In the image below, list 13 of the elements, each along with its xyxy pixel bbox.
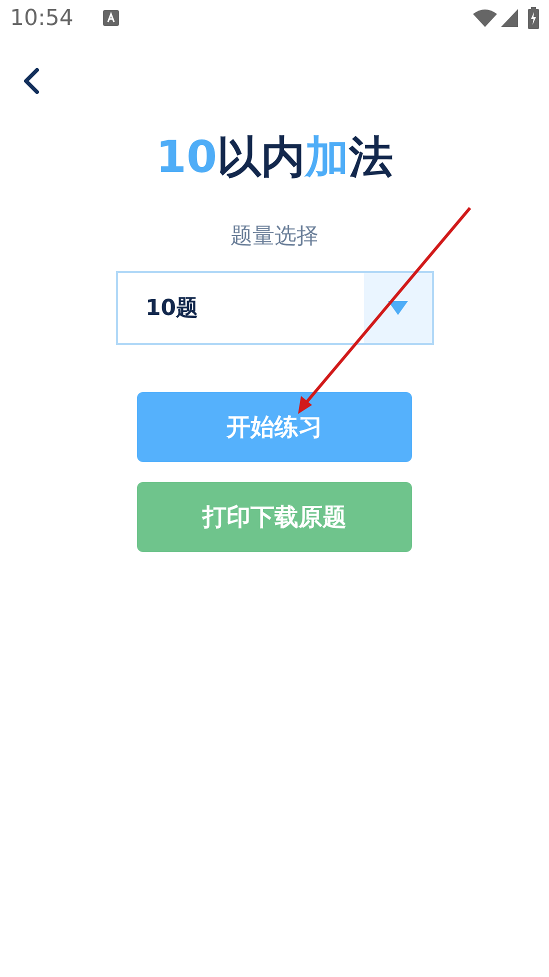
start-button[interactable]: 开始练习 xyxy=(137,392,412,462)
keyboard-icon xyxy=(103,10,120,26)
battery-icon xyxy=(528,7,539,29)
quantity-label: 题量选择 xyxy=(230,223,318,251)
back-icon[interactable] xyxy=(22,67,40,95)
print-button[interactable]: 打印下载原题 xyxy=(137,482,412,552)
signal-icon xyxy=(501,9,518,27)
status-time: 10:54 xyxy=(10,4,74,32)
page-title: 10以内加法 xyxy=(156,136,394,180)
dropdown-caret-icon xyxy=(388,301,408,315)
dropdown-value: 10题 xyxy=(144,294,200,322)
quantity-dropdown[interactable]: 10题 xyxy=(116,271,434,345)
wifi-icon xyxy=(473,9,497,27)
